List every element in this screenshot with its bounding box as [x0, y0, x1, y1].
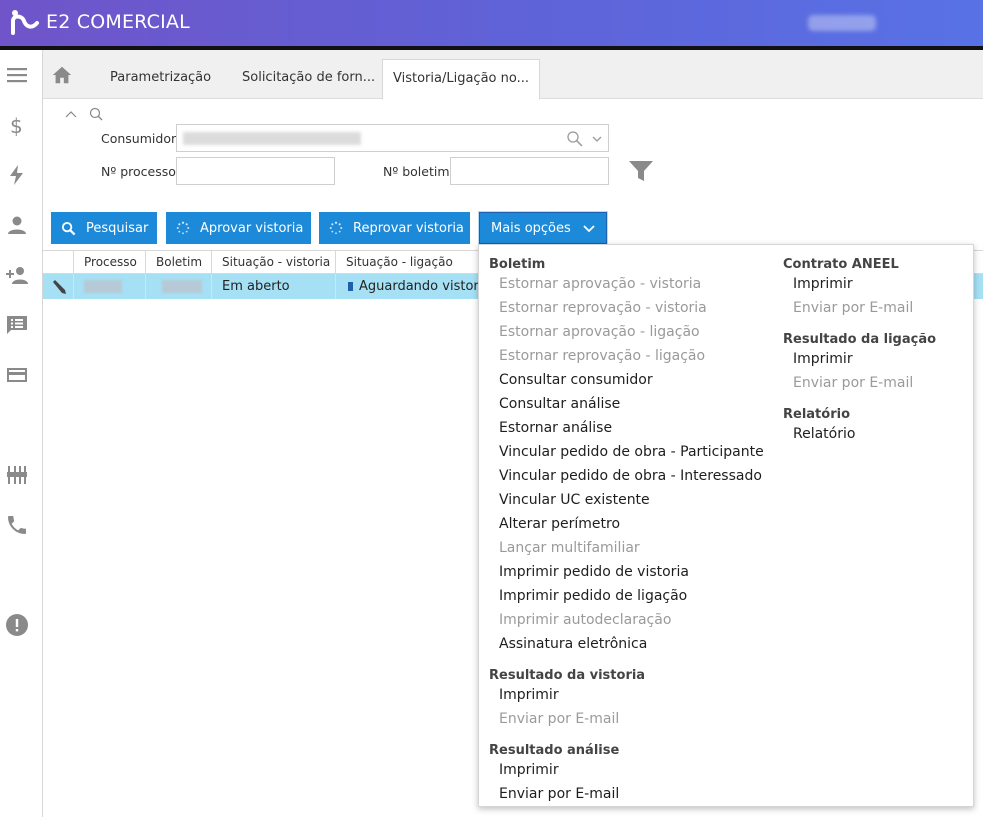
search-icon — [61, 220, 76, 236]
search-icon[interactable] — [89, 107, 101, 119]
add-person-icon[interactable] — [0, 260, 34, 290]
app-brand: E2 COMERCIAL — [46, 11, 190, 33]
menu-item-vincular-uc-existente[interactable]: Vincular UC existente — [499, 492, 650, 508]
boletim-label: Nº boletim — [383, 164, 450, 179]
svg-text:$: $ — [10, 114, 23, 137]
search-icon[interactable] — [566, 130, 584, 148]
status-marker-icon — [348, 282, 353, 291]
boletim-value-redacted — [162, 280, 202, 293]
tab-vistoria-ligacao[interactable]: Vistoria/Ligação no... — [382, 59, 540, 100]
menu-item-resultado-ligacao-imprimir[interactable]: Imprimir — [793, 351, 853, 367]
menu-item-estornar-aprovacao-vistoria[interactable]: Estornar aprovação - vistoria — [499, 276, 701, 292]
mais-opcoes-button[interactable]: Mais opções — [478, 211, 608, 245]
consumidor-field[interactable] — [176, 124, 609, 152]
menu-item-assinatura-eletronica[interactable]: Assinatura eletrônica — [499, 636, 647, 652]
menu-item-imprimir-pedido-ligacao[interactable]: Imprimir pedido de ligação — [499, 588, 687, 604]
menu-item-consultar-analise[interactable]: Consultar análise — [499, 396, 620, 412]
person-icon[interactable] — [0, 210, 34, 240]
app-logo-icon — [11, 10, 39, 35]
menu-item-resultado-analise-email[interactable]: Enviar por E-mail — [499, 786, 619, 802]
mais-opcoes-label: Mais opções — [491, 220, 571, 236]
menu-item-resultado-vistoria-email[interactable]: Enviar por E-mail — [499, 711, 619, 727]
cell-situacao-ligacao: Aguardando vistoria — [335, 274, 485, 299]
menu-item-vincular-pedido-interessado[interactable]: Vincular pedido de obra - Interessado — [499, 468, 762, 484]
filter-icon[interactable] — [628, 159, 654, 183]
menu-item-contrato-aneel-imprimir[interactable]: Imprimir — [793, 276, 853, 292]
equalizer-icon[interactable] — [0, 460, 34, 490]
menu-item-resultado-vistoria-imprimir[interactable]: Imprimir — [499, 687, 559, 703]
tab-parametrizacao[interactable]: Parametrização — [100, 59, 221, 99]
reprovar-vistoria-button[interactable]: Reprovar vistoria — [319, 212, 470, 244]
chevron-down-icon[interactable] — [591, 134, 603, 144]
cell-boletim — [145, 274, 211, 299]
spinner-icon — [329, 220, 343, 236]
menu-section-resultado-analise: Resultado análise — [489, 743, 620, 758]
menu-section-boletim: Boletim — [489, 257, 546, 272]
menu-item-estornar-reprovacao-ligacao[interactable]: Estornar reprovação - ligação — [499, 348, 705, 364]
cell-situacao-vistoria: Em aberto — [211, 274, 335, 299]
menu-item-estornar-analise[interactable]: Estornar análise — [499, 420, 612, 436]
menu-item-lancar-multifamiliar[interactable]: Lançar multifamiliar — [499, 540, 640, 556]
menu-item-resultado-analise-imprimir[interactable]: Imprimir — [499, 762, 559, 778]
menu-item-estornar-reprovacao-vistoria[interactable]: Estornar reprovação - vistoria — [499, 300, 707, 316]
lightning-icon[interactable] — [0, 160, 34, 190]
user-name-redacted[interactable] — [808, 15, 876, 31]
menu-section-resultado-vistoria: Resultado da vistoria — [489, 668, 646, 683]
consumidor-value-redacted — [183, 132, 361, 145]
edit-pencil-icon[interactable] — [51, 279, 67, 295]
menu-item-vincular-pedido-participante[interactable]: Vincular pedido de obra - Participante — [499, 444, 764, 460]
column-header-situacao-vistoria[interactable]: Situação - vistoria — [211, 251, 335, 274]
spinner-icon — [176, 220, 190, 236]
filter-toggle[interactable] — [64, 106, 104, 122]
pesquisar-button[interactable]: Pesquisar — [51, 212, 157, 244]
mais-opcoes-menu: Boletim Estornar aprovação - vistoria Es… — [478, 244, 974, 807]
tab-solicitacao[interactable]: Solicitação de forn... — [232, 59, 385, 99]
reprovar-vistoria-label: Reprovar vistoria — [353, 220, 464, 236]
sidebar: $ — [0, 50, 43, 817]
tab-strip: Parametrização Solicitação de forn... Vi… — [43, 50, 983, 100]
menu-section-resultado-ligacao: Resultado da ligação — [783, 332, 937, 347]
column-header-boletim[interactable]: Boletim — [145, 251, 211, 274]
menu-item-consultar-consumidor[interactable]: Consultar consumidor — [499, 372, 653, 388]
aprovar-vistoria-label: Aprovar vistoria — [200, 220, 304, 236]
column-header-processo[interactable]: Processo — [73, 251, 144, 274]
menu-section-contrato-aneel: Contrato ANEEL — [783, 257, 899, 272]
situacao-ligacao-text: Aguardando vistoria — [359, 279, 485, 294]
processo-label: Nº processo — [101, 164, 176, 179]
consumidor-label: Consumidor — [101, 131, 177, 146]
app-header: E2 COMERCIAL — [0, 0, 983, 46]
menu-item-resultado-ligacao-email[interactable]: Enviar por E-mail — [793, 375, 913, 391]
processo-field[interactable] — [176, 157, 335, 185]
processo-value-redacted — [84, 280, 122, 293]
message-list-icon[interactable] — [0, 310, 34, 340]
menu-item-contrato-aneel-email[interactable]: Enviar por E-mail — [793, 300, 913, 316]
boletim-field[interactable] — [450, 157, 609, 185]
menu-item-alterar-perimetro[interactable]: Alterar perímetro — [499, 516, 620, 532]
chevron-up-icon[interactable] — [65, 111, 77, 118]
menu-item-estornar-aprovacao-ligacao[interactable]: Estornar aprovação - ligação — [499, 324, 700, 340]
cell-processo — [73, 274, 145, 299]
dollar-icon[interactable]: $ — [0, 110, 34, 140]
chevron-down-icon — [583, 225, 595, 233]
menu-item-imprimir-autodeclaracao[interactable]: Imprimir autodeclaração — [499, 612, 671, 628]
pesquisar-label: Pesquisar — [86, 220, 149, 236]
home-icon[interactable] — [43, 50, 81, 99]
card-icon[interactable] — [0, 360, 34, 390]
alert-icon[interactable] — [0, 610, 34, 640]
menu-section-relatorio: Relatório — [783, 407, 850, 422]
phone-icon[interactable] — [0, 510, 34, 540]
menu-icon[interactable] — [0, 60, 34, 90]
menu-item-relatorio[interactable]: Relatório — [793, 426, 855, 442]
menu-item-imprimir-pedido-vistoria[interactable]: Imprimir pedido de vistoria — [499, 564, 689, 580]
column-header-situacao-ligacao[interactable]: Situação - ligação — [335, 251, 485, 274]
aprovar-vistoria-button[interactable]: Aprovar vistoria — [166, 212, 311, 244]
